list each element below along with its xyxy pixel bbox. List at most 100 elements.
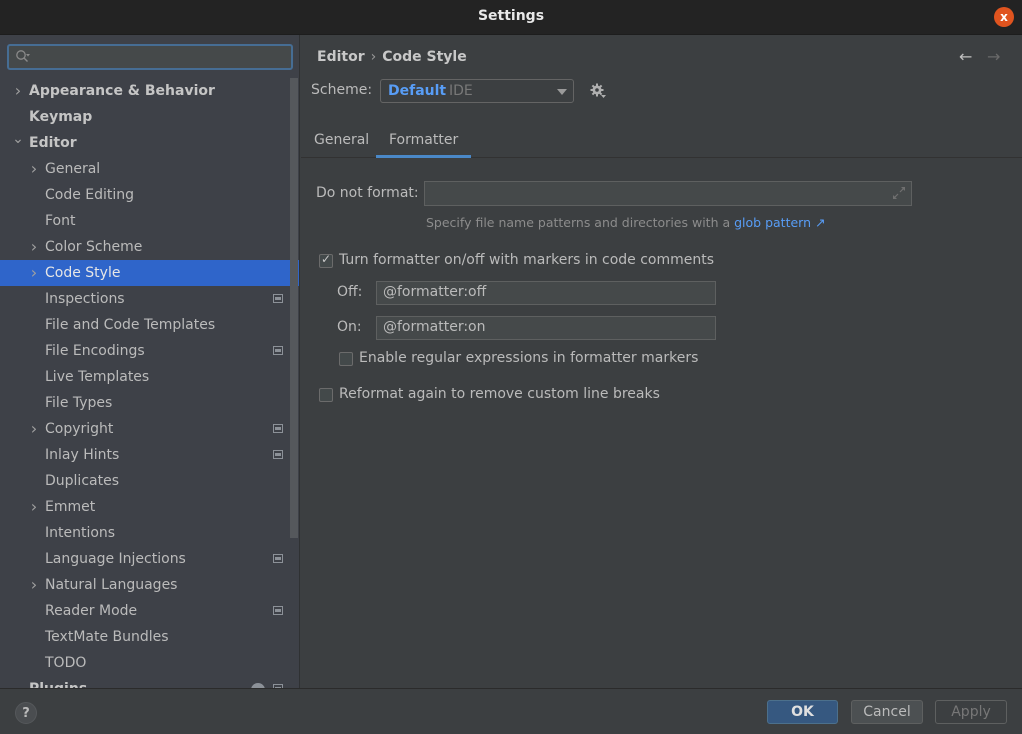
- search-input[interactable]: [35, 46, 285, 68]
- project-level-icon: [273, 294, 283, 303]
- sidebar-item-label: Intentions: [45, 525, 116, 541]
- breadcrumb-separator: ›: [370, 49, 377, 65]
- sidebar-item-copyright[interactable]: › Copyright: [0, 416, 299, 442]
- sidebar-item-label: Code Style: [45, 265, 121, 281]
- sidebar-item-label: Emmet: [45, 499, 96, 515]
- sidebar-item-label: Live Templates: [45, 369, 150, 385]
- chevron-right-icon[interactable]: ›: [28, 416, 40, 442]
- sidebar-item-label: TextMate Bundles: [45, 629, 169, 645]
- chevron-right-icon[interactable]: ›: [28, 572, 40, 598]
- sidebar-item-duplicates[interactable]: Duplicates: [0, 468, 299, 494]
- sidebar-item-label: Inlay Hints: [45, 447, 120, 463]
- sidebar-item-editor[interactable]: ⌄ Editor: [0, 130, 299, 156]
- off-marker-field[interactable]: @formatter:off: [376, 281, 716, 305]
- search-icon: [16, 50, 30, 62]
- apply-button[interactable]: Apply: [935, 700, 1007, 724]
- sidebar-item-inspections[interactable]: Inspections: [0, 286, 299, 312]
- sidebar-item-todo[interactable]: TODO: [0, 650, 299, 676]
- close-window-button[interactable]: x: [994, 7, 1014, 27]
- ok-button[interactable]: OK: [767, 700, 838, 724]
- sidebar-item-appearance-behavior[interactable]: › Appearance & Behavior: [0, 78, 299, 104]
- sidebar-item-label: Natural Languages: [45, 577, 178, 593]
- sidebar-item-textmate-bundles[interactable]: TextMate Bundles: [0, 624, 299, 650]
- on-label: On:: [337, 319, 362, 335]
- sidebar-item-emmet[interactable]: › Emmet: [0, 494, 299, 520]
- sidebar-item-label: Keymap: [29, 109, 93, 125]
- project-level-icon: [273, 450, 283, 459]
- expand-icon[interactable]: [892, 186, 906, 200]
- chevron-right-icon[interactable]: ›: [28, 494, 40, 520]
- reformat-checkbox[interactable]: [319, 388, 333, 402]
- sidebar-item-file-encodings[interactable]: File Encodings: [0, 338, 299, 364]
- markers-checkbox-label: Turn formatter on/off with markers in co…: [339, 252, 715, 268]
- chevron-right-icon[interactable]: ›: [28, 260, 40, 286]
- reformat-checkbox-label: Reformat again to remove custom line bre…: [339, 386, 660, 402]
- sidebar-item-plugins[interactable]: Plugins: [0, 676, 299, 688]
- tab-general[interactable]: General: [314, 132, 369, 158]
- sidebar-item-file-types[interactable]: File Types: [0, 390, 299, 416]
- project-level-icon: [273, 606, 283, 615]
- settings-search[interactable]: [7, 44, 293, 70]
- window-title: Settings: [477, 8, 545, 24]
- chevron-down-icon[interactable]: ⌄: [12, 126, 24, 152]
- glob-pattern-link[interactable]: glob pattern ↗: [734, 215, 825, 230]
- do-not-format-field[interactable]: [424, 181, 912, 206]
- chevron-right-icon[interactable]: ›: [28, 234, 40, 260]
- chevron-right-icon[interactable]: ›: [28, 156, 40, 182]
- sidebar-item-general[interactable]: › General: [0, 156, 299, 182]
- markers-checkbox[interactable]: [319, 252, 333, 268]
- sidebar-item-label: Language Injections: [45, 551, 186, 567]
- sidebar-item-label: Font: [45, 213, 76, 229]
- settings-tree: › Appearance & Behavior Keymap ⌄ Editor › Gene…: [0, 78, 299, 688]
- settings-sidebar: › Appearance & Behavior Keymap ⌄ Editor › Gene…: [0, 35, 300, 688]
- cancel-button[interactable]: Cancel: [851, 700, 923, 724]
- sidebar-item-label: Inspections: [45, 291, 125, 307]
- sidebar-item-label: File Encodings: [45, 343, 145, 359]
- sidebar-item-color-scheme[interactable]: › Color Scheme: [0, 234, 299, 260]
- glob-hint: Specify file name patterns and directori…: [426, 215, 825, 230]
- sidebar-item-label: Editor: [29, 135, 77, 151]
- sidebar-item-intentions[interactable]: Intentions: [0, 520, 299, 546]
- gear-icon[interactable]: [589, 82, 607, 100]
- sidebar-scrollbar[interactable]: [290, 78, 298, 538]
- scheme-label: Scheme:: [311, 82, 373, 98]
- sidebar-item-natural-languages[interactable]: › Natural Languages: [0, 572, 299, 598]
- scheme-scope: IDE: [449, 83, 473, 99]
- sidebar-item-inlay-hints[interactable]: Inlay Hints: [0, 442, 299, 468]
- sidebar-item-language-injections[interactable]: Language Injections: [0, 546, 299, 572]
- scheme-dropdown[interactable]: Default IDE: [380, 79, 574, 103]
- back-arrow-icon[interactable]: ←: [959, 47, 972, 66]
- sidebar-item-font[interactable]: Font: [0, 208, 299, 234]
- title-bar: Settings x: [0, 0, 1022, 35]
- sidebar-item-label: General: [45, 161, 101, 177]
- sidebar-item-label: Copyright: [45, 421, 114, 437]
- sidebar-item-label: Code Editing: [45, 187, 135, 203]
- project-level-icon: [273, 346, 283, 355]
- regex-checkbox[interactable]: [339, 352, 353, 366]
- sidebar-item-file-and-code-templates[interactable]: File and Code Templates: [0, 312, 299, 338]
- sidebar-item-label: Reader Mode: [45, 603, 138, 619]
- forward-arrow-icon[interactable]: →: [987, 47, 1000, 66]
- sidebar-item-label: Plugins: [29, 676, 87, 688]
- on-marker-field[interactable]: @formatter:on: [376, 316, 716, 340]
- breadcrumb-parent[interactable]: Editor: [317, 49, 365, 65]
- sidebar-item-label: Color Scheme: [45, 239, 143, 255]
- sidebar-item-code-editing[interactable]: Code Editing: [0, 182, 299, 208]
- sidebar-item-label: TODO: [45, 655, 87, 671]
- tab-formatter[interactable]: Formatter: [376, 132, 472, 158]
- sidebar-item-label: File Types: [45, 395, 113, 411]
- chevron-right-icon[interactable]: ›: [12, 78, 24, 104]
- do-not-format-label: Do not format:: [316, 185, 419, 201]
- sidebar-item-live-templates[interactable]: Live Templates: [0, 364, 299, 390]
- sidebar-item-keymap[interactable]: Keymap: [0, 104, 299, 130]
- settings-content: Editor › Code Style ← → Scheme: Default ID…: [301, 35, 1022, 688]
- sidebar-item-reader-mode[interactable]: Reader Mode: [0, 598, 299, 624]
- regex-checkbox-label: Enable regular expressions in formatter …: [359, 350, 699, 366]
- help-button[interactable]: ?: [15, 702, 37, 724]
- breadcrumb: Editor › Code Style: [317, 49, 467, 65]
- sidebar-item-label: Duplicates: [45, 473, 119, 489]
- sidebar-item-code-style[interactable]: › Code Style: [0, 260, 299, 286]
- dropdown-arrow-icon: [557, 89, 567, 95]
- scheme-name: Default: [388, 83, 447, 99]
- tab-bar: General Formatter: [301, 123, 1022, 158]
